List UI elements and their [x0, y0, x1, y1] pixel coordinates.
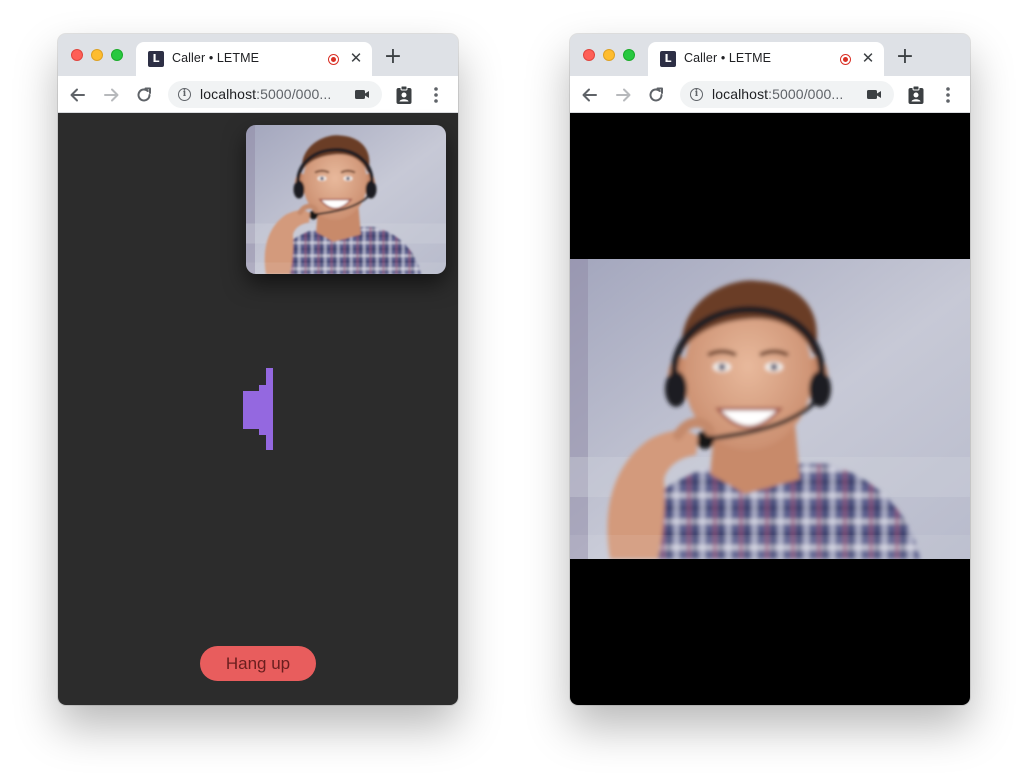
url-text: localhost:5000/000...: [712, 86, 843, 102]
new-tab-button[interactable]: +: [895, 46, 915, 68]
tab-strip: L Caller • LETME ✕ +: [58, 34, 458, 76]
window-maximize-button[interactable]: [623, 49, 635, 61]
address-bar[interactable]: i localhost:5000/000...: [680, 81, 894, 108]
letme-favicon-icon: L: [148, 51, 164, 67]
window-close-button[interactable]: [583, 49, 595, 61]
tab-title: Caller • LETME: [684, 51, 772, 65]
window-maximize-button[interactable]: [111, 49, 123, 61]
url-text: localhost:5000/000...: [200, 86, 331, 102]
browser-toolbar: i localhost:5000/000...: [58, 76, 458, 113]
recording-icon: [328, 54, 339, 65]
tab-close-button[interactable]: ✕: [860, 50, 876, 66]
call-screen: [570, 113, 970, 705]
forward-arrow-icon[interactable]: [101, 85, 121, 105]
info-icon[interactable]: i: [690, 88, 703, 101]
address-bar[interactable]: i localhost:5000/000...: [168, 81, 382, 108]
remote-video: [570, 259, 970, 559]
window-close-button[interactable]: [71, 49, 83, 61]
self-video-preview: [246, 125, 446, 274]
browser-toolbar: i localhost:5000/000...: [570, 76, 970, 113]
info-icon[interactable]: i: [178, 88, 191, 101]
speaker-volume-icon: [243, 368, 273, 450]
webcam-feed: [246, 125, 446, 274]
kebab-menu-icon[interactable]: [426, 85, 446, 105]
tab-close-button[interactable]: ✕: [348, 50, 364, 66]
browser-tab[interactable]: L Caller • LETME ✕: [136, 42, 372, 76]
camera-icon[interactable]: [866, 88, 882, 101]
reload-icon[interactable]: [134, 85, 154, 105]
url-host: localhost: [200, 86, 257, 102]
back-arrow-icon[interactable]: [580, 85, 600, 105]
camera-icon[interactable]: [354, 88, 370, 101]
window-minimize-button[interactable]: [603, 49, 615, 61]
reload-icon[interactable]: [646, 85, 666, 105]
tab-strip: L Caller • LETME ✕ +: [570, 34, 970, 76]
letme-favicon-icon: L: [660, 51, 676, 67]
browser-window-caller: L Caller • LETME ✕ + i localhost:5000/00…: [58, 34, 458, 705]
badge-icon[interactable]: [907, 85, 925, 105]
call-screen: Hang up: [58, 113, 458, 705]
back-arrow-icon[interactable]: [68, 85, 88, 105]
browser-window-callee: L Caller • LETME ✕ + i localhost:5000/00…: [570, 34, 970, 705]
url-path: :5000/000...: [256, 86, 332, 102]
browser-tab[interactable]: L Caller • LETME ✕: [648, 42, 884, 76]
badge-icon[interactable]: [395, 85, 413, 105]
webcam-feed: [570, 259, 970, 559]
url-path: :5000/000...: [768, 86, 844, 102]
kebab-menu-icon[interactable]: [938, 85, 958, 105]
hang-up-button[interactable]: Hang up: [200, 646, 316, 681]
recording-icon: [840, 54, 851, 65]
window-minimize-button[interactable]: [91, 49, 103, 61]
url-host: localhost: [712, 86, 769, 102]
forward-arrow-icon[interactable]: [613, 85, 633, 105]
tab-title: Caller • LETME: [172, 51, 260, 65]
new-tab-button[interactable]: +: [383, 46, 403, 68]
